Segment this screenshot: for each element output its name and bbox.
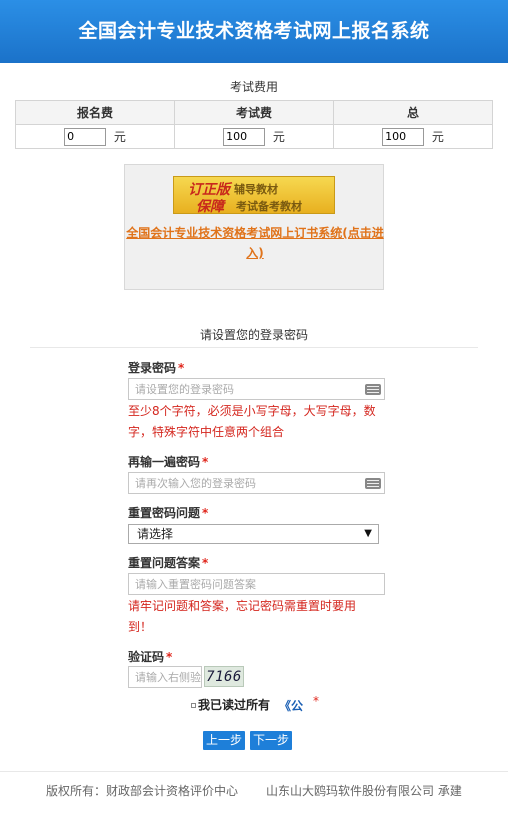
- page-title: 全国会计专业技术资格考试网上报名系统: [78, 20, 430, 42]
- agree-checkbox[interactable]: [191, 703, 196, 708]
- fee-header-total: 总: [333, 100, 493, 125]
- fee-table: 报名费 考试费 总 元 元 元: [15, 100, 493, 149]
- password-confirm-label-text: 再输一遍密码: [128, 455, 201, 469]
- required-mark: *: [202, 506, 209, 520]
- fee-unit: 元: [431, 130, 444, 144]
- chevron-down-icon: ▼: [364, 528, 372, 539]
- section-divider: [30, 347, 478, 348]
- bookstore-link[interactable]: 全国会计专业技术资格考试网上订书系统(点击进入): [125, 223, 385, 263]
- required-mark: *: [166, 650, 173, 664]
- fee-table-value-row: 元 元 元: [15, 124, 493, 149]
- question-label-text: 重置密码问题: [128, 506, 201, 520]
- required-mark: *: [178, 361, 185, 375]
- password-hint: 至少8个字符，必须是小写字母，大写字母，数字，特殊字符中任意两个组合: [128, 404, 376, 439]
- exam-fee-field[interactable]: [223, 127, 266, 146]
- bookstore-ad: 订正版 辅导教材 保障 考试备考教材 全国会计专业技术资格考试网上订书系统(点击…: [124, 164, 384, 290]
- keyboard-icon[interactable]: [365, 384, 381, 395]
- required-mark: *: [313, 694, 319, 708]
- captcha-label-text: 验证码: [128, 650, 165, 664]
- required-mark: *: [202, 556, 209, 570]
- registration-fee-field[interactable]: [64, 127, 107, 146]
- agree-text: 我已读过所有: [198, 698, 271, 712]
- fee-section-title: 考试费用: [229, 80, 278, 94]
- answer-label-text: 重置问题答案: [128, 556, 201, 570]
- password-confirm-label: 再输一遍密码 *: [128, 453, 208, 470]
- footer-copyright: 版权所有：财政部会计资格评价中心: [46, 784, 239, 798]
- agreement-link[interactable]: 《公: [279, 697, 303, 714]
- bookstore-banner-image[interactable]: 订正版 辅导教材 保障 考试备考教材: [173, 176, 335, 215]
- captcha-input[interactable]: [128, 666, 202, 688]
- keyboard-icon[interactable]: [365, 478, 381, 489]
- banner-line2: 保障: [196, 199, 224, 215]
- password-section-title: 请设置您的登录密码: [199, 328, 308, 342]
- answer-label: 重置问题答案 *: [128, 554, 208, 571]
- banner-line1-small: 辅导教材: [234, 183, 278, 196]
- total-fee-field[interactable]: [382, 127, 425, 146]
- fee-unit: 元: [272, 130, 285, 144]
- next-step-button[interactable]: 下一步: [250, 731, 292, 750]
- password-input[interactable]: [128, 378, 385, 400]
- captcha-image[interactable]: 7166: [204, 666, 244, 687]
- footer-builder: 山东山大鸥玛软件股份有限公司 承建: [266, 784, 462, 798]
- password-label: 登录密码 *: [128, 359, 184, 376]
- answer-hint: 请牢记问题和答案，忘记密码需重置时要用到！: [128, 599, 357, 634]
- required-mark: *: [202, 455, 209, 469]
- password-confirm-input[interactable]: [128, 472, 385, 494]
- fee-cell-exam: 元: [174, 124, 334, 149]
- captcha-label: 验证码 *: [128, 648, 172, 665]
- banner-line2-small: 考试备考教材: [236, 200, 302, 213]
- question-label: 重置密码问题 *: [128, 504, 208, 521]
- fee-unit: 元: [113, 130, 126, 144]
- fee-cell-registration: 元: [15, 124, 175, 149]
- prev-step-button[interactable]: 上一步: [203, 731, 245, 750]
- answer-input[interactable]: [128, 573, 385, 595]
- fee-header-registration: 报名费: [15, 100, 175, 125]
- question-selected-value: 请选择: [137, 527, 174, 541]
- agree-row: 我已读过所有: [191, 696, 270, 713]
- password-label-text: 登录密码: [128, 361, 177, 375]
- fee-cell-total: 元: [333, 124, 493, 149]
- footer-divider: [0, 771, 508, 772]
- question-select[interactable]: 请选择 ▼: [128, 524, 379, 544]
- fee-header-exam: 考试费: [174, 100, 334, 125]
- page-header: 全国会计专业技术资格考试网上报名系统: [0, 0, 508, 63]
- fee-table-header-row: 报名费 考试费 总: [15, 100, 493, 125]
